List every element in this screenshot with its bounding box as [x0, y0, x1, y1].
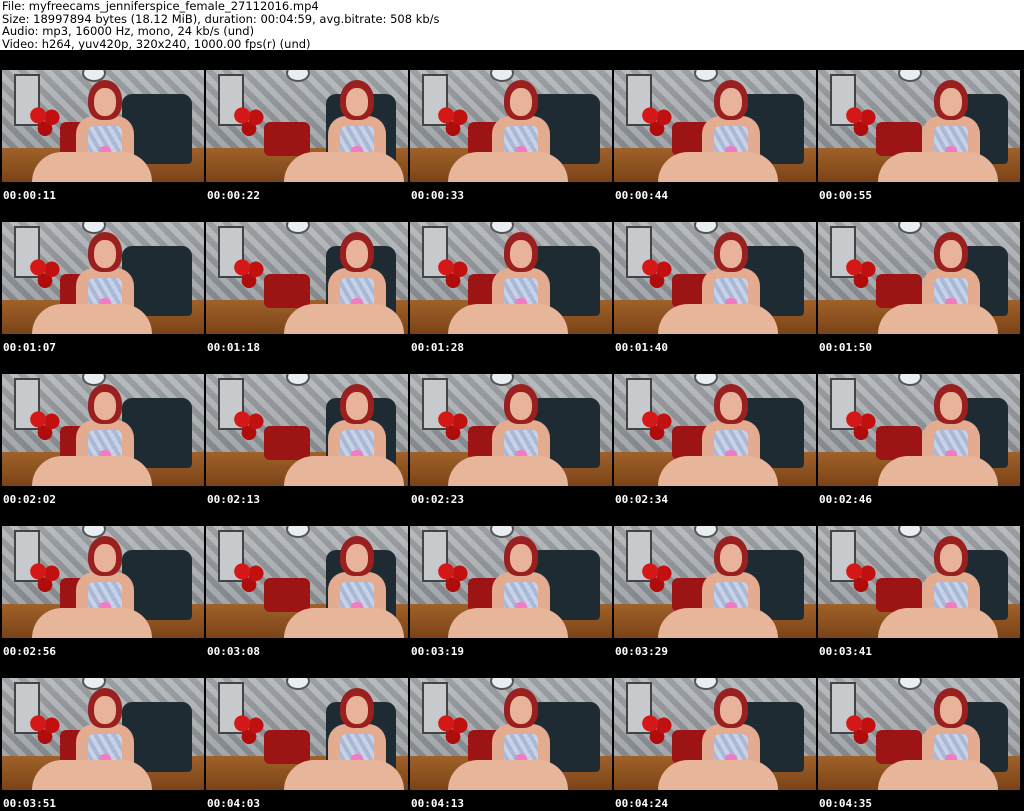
thumbnail-cell: 00:02:34 [612, 354, 816, 506]
thumbnail-cell: 00:03:41 [816, 506, 1020, 658]
video-frame-thumbnail [410, 678, 612, 790]
video-frame-thumbnail [2, 222, 204, 334]
thumbnail-timestamp: 00:03:19 [411, 645, 464, 658]
thumbnail-timestamp: 00:01:28 [411, 341, 464, 354]
video-frame-thumbnail [2, 70, 204, 182]
thumbnail-cell: 00:00:33 [408, 50, 612, 202]
thumbnail-cell: 00:00:11 [0, 50, 204, 202]
thumbnail-cell: 00:04:13 [408, 658, 612, 810]
thumbnail-cell: 00:02:13 [204, 354, 408, 506]
thumbnail-timestamp: 00:03:41 [819, 645, 872, 658]
thumbnail-grid: 00:00:11 00:00:22 00:00:33 00:00:44 00:00:55… [0, 50, 1024, 811]
video-frame-thumbnail [614, 678, 816, 790]
video-frame-thumbnail [818, 678, 1020, 790]
thumbnail-cell: 00:01:50 [816, 202, 1020, 354]
audio-info-line: Audio: mp3, 16000 Hz, mono, 24 kb/s (und… [2, 24, 255, 38]
thumbnail-timestamp: 00:03:08 [207, 645, 260, 658]
thumbnail-timestamp: 00:01:07 [3, 341, 56, 354]
video-info-line: Video: h264, yuv420p, 320x240, 1000.00 f… [2, 36, 311, 51]
thumbnail-cell: 00:04:24 [612, 658, 816, 810]
thumbnail-timestamp: 00:00:22 [207, 189, 260, 202]
thumbnail-timestamp: 00:01:18 [207, 341, 260, 354]
video-frame-thumbnail [410, 222, 612, 334]
video-frame-thumbnail [614, 374, 816, 486]
video-frame-thumbnail [206, 222, 408, 334]
video-frame-thumbnail [818, 526, 1020, 638]
thumbnail-timestamp: 00:04:24 [615, 797, 668, 810]
thumbnail-cell: 00:02:46 [816, 354, 1020, 506]
video-frame-thumbnail [410, 70, 612, 182]
thumbnail-cell: 00:01:07 [0, 202, 204, 354]
thumbnail-cell: 00:02:02 [0, 354, 204, 506]
thumbnail-cell: 00:00:55 [816, 50, 1020, 202]
thumbnail-timestamp: 00:01:50 [819, 341, 872, 354]
thumbnail-timestamp: 00:00:44 [615, 189, 668, 202]
video-frame-thumbnail [410, 526, 612, 638]
thumbnail-timestamp: 00:03:51 [3, 797, 56, 810]
thumbnail-timestamp: 00:02:23 [411, 493, 464, 506]
thumbnail-timestamp: 00:02:56 [3, 645, 56, 658]
file-info-header: File: myfreecams_jenniferspice_female_27… [2, 0, 1022, 50]
video-frame-thumbnail [206, 526, 408, 638]
thumbnail-cell: 00:02:23 [408, 354, 612, 506]
thumbnail-cell: 00:02:56 [0, 506, 204, 658]
thumbnail-cell: 00:01:40 [612, 202, 816, 354]
thumbnail-timestamp: 00:00:33 [411, 189, 464, 202]
video-frame-thumbnail [818, 70, 1020, 182]
video-frame-thumbnail [410, 374, 612, 486]
video-frame-thumbnail [614, 222, 816, 334]
thumbnail-timestamp: 00:00:11 [3, 189, 56, 202]
thumbnail-cell: 00:01:28 [408, 202, 612, 354]
thumbnail-timestamp: 00:02:46 [819, 493, 872, 506]
thumbnail-cell: 00:04:35 [816, 658, 1020, 810]
thumbnail-cell: 00:03:29 [612, 506, 816, 658]
video-frame-thumbnail [206, 374, 408, 486]
video-frame-thumbnail [2, 678, 204, 790]
video-frame-thumbnail [2, 526, 204, 638]
video-frame-thumbnail [818, 374, 1020, 486]
video-frame-thumbnail [614, 526, 816, 638]
video-frame-thumbnail [206, 70, 408, 182]
thumbnail-cell: 00:03:51 [0, 658, 204, 810]
thumbnail-cell: 00:01:18 [204, 202, 408, 354]
thumbnail-cell: 00:03:08 [204, 506, 408, 658]
thumbnail-cell: 00:04:03 [204, 658, 408, 810]
thumbnail-timestamp: 00:00:55 [819, 189, 872, 202]
thumbnail-timestamp: 00:04:03 [207, 797, 260, 810]
file-name-line: File: myfreecams_jenniferspice_female_27… [2, 0, 319, 13]
thumbnail-timestamp: 00:02:13 [207, 493, 260, 506]
video-frame-thumbnail [206, 678, 408, 790]
thumbnail-timestamp: 00:01:40 [615, 341, 668, 354]
thumbnail-timestamp: 00:02:34 [615, 493, 668, 506]
video-frame-thumbnail [818, 222, 1020, 334]
thumbnail-cell: 00:03:19 [408, 506, 612, 658]
thumbnail-cell: 00:00:22 [204, 50, 408, 202]
thumbnail-cell: 00:00:44 [612, 50, 816, 202]
thumbnail-timestamp: 00:03:29 [615, 645, 668, 658]
thumbnail-timestamp: 00:04:35 [819, 797, 872, 810]
thumbnail-timestamp: 00:02:02 [3, 493, 56, 506]
video-frame-thumbnail [614, 70, 816, 182]
thumbnail-timestamp: 00:04:13 [411, 797, 464, 810]
video-frame-thumbnail [2, 374, 204, 486]
